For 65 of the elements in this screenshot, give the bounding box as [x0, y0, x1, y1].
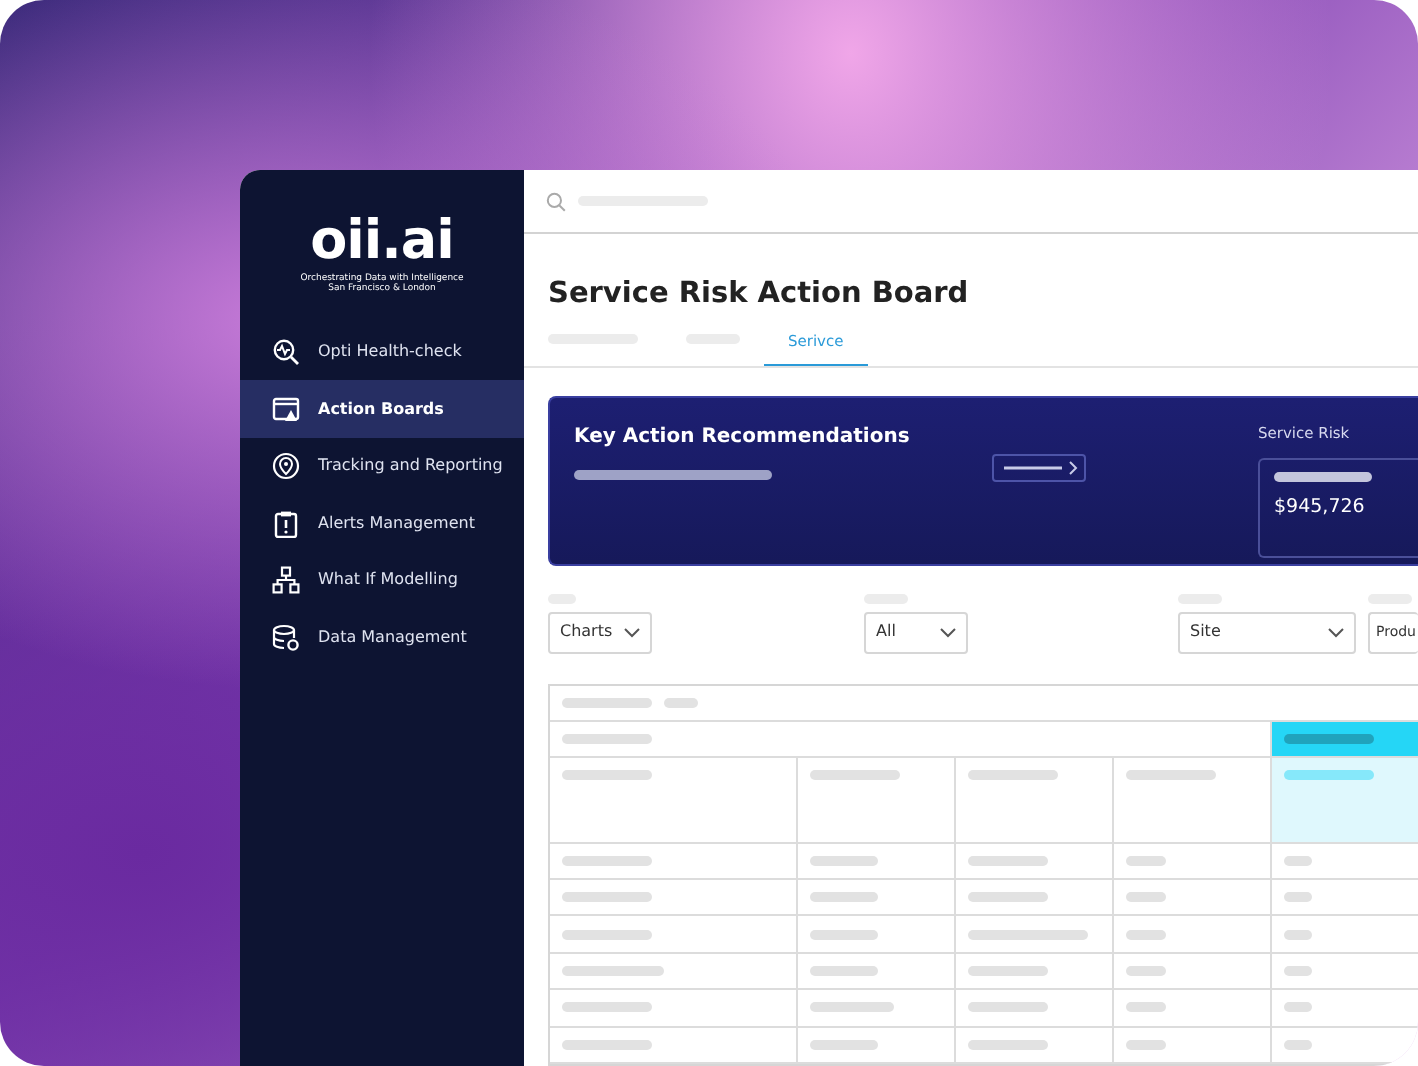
text-placeholder — [810, 966, 878, 977]
text-placeholder — [810, 892, 878, 903]
text-placeholder — [810, 1039, 878, 1050]
clipboard-alert-icon — [272, 509, 300, 538]
sidebar-item[interactable]: Data Management — [240, 609, 524, 667]
dropdown[interactable]: Site — [1178, 611, 1356, 654]
text-placeholder — [1274, 471, 1372, 482]
hierarchy-icon — [272, 566, 300, 595]
card-title: Key Action Recommendations — [574, 423, 912, 452]
text-placeholder — [1284, 855, 1312, 866]
text-placeholder — [810, 929, 878, 940]
search-icon — [546, 191, 566, 211]
risk-value: $945,726 — [1274, 493, 1367, 522]
text-placeholder — [562, 929, 652, 940]
text-placeholder — [810, 855, 878, 866]
text-placeholder — [968, 769, 1058, 780]
text-placeholder — [1126, 966, 1166, 977]
dropdown[interactable]: All — [864, 611, 968, 654]
text-placeholder — [1126, 1039, 1166, 1050]
text-placeholder — [1126, 892, 1166, 903]
text-placeholder — [810, 1002, 894, 1013]
database-gear-icon — [272, 624, 300, 653]
text-placeholder — [968, 855, 1048, 866]
text-placeholder — [1284, 929, 1312, 940]
text-placeholder — [968, 892, 1048, 903]
text-placeholder — [1284, 733, 1374, 744]
text-placeholder — [1284, 1002, 1312, 1013]
text-placeholder — [1284, 1039, 1312, 1050]
sidebar-item[interactable]: Tracking and Reporting — [240, 437, 524, 496]
text-placeholder — [562, 769, 652, 780]
text-placeholder — [968, 966, 1048, 977]
text-placeholder — [562, 892, 652, 903]
window-warning-icon — [272, 395, 300, 424]
chevron-down-icon — [940, 627, 956, 638]
location-pin-icon — [272, 452, 300, 481]
text-placeholder — [1284, 966, 1312, 977]
text-placeholder — [562, 733, 652, 744]
text-placeholder — [562, 966, 664, 977]
arrow-icon — [1001, 459, 1077, 476]
text-placeholder — [1126, 929, 1166, 940]
arrow-button[interactable] — [992, 453, 1086, 482]
dropdown[interactable]: Charts — [548, 611, 652, 654]
text-placeholder — [562, 1002, 652, 1013]
text-placeholder — [968, 1039, 1048, 1050]
page-title: Service Risk Action Board — [548, 276, 971, 314]
sidebar-item[interactable]: What If Modelling — [240, 552, 524, 610]
health-check-icon — [272, 338, 300, 367]
text-placeholder — [562, 697, 652, 708]
text-placeholder — [968, 929, 1088, 940]
text-placeholder — [810, 769, 900, 780]
text-placeholder — [968, 1002, 1048, 1013]
chevron-down-icon — [1328, 627, 1344, 638]
text-placeholder — [1126, 1002, 1166, 1013]
text-placeholder — [664, 697, 698, 708]
text-placeholder — [1126, 769, 1216, 780]
sidebar-item[interactable]: Opti Health-check — [240, 323, 524, 381]
logo: oii.ai — [310, 214, 454, 268]
chevron-down-icon — [624, 627, 640, 638]
text-placeholder — [1284, 892, 1312, 903]
sidebar-item[interactable]: Action Boards — [240, 380, 524, 438]
text-placeholder — [1284, 769, 1374, 780]
text-placeholder — [562, 855, 652, 866]
text-placeholder — [562, 1039, 652, 1050]
text-placeholder — [1126, 855, 1166, 866]
sidebar-item[interactable]: Alerts Management — [240, 495, 524, 553]
